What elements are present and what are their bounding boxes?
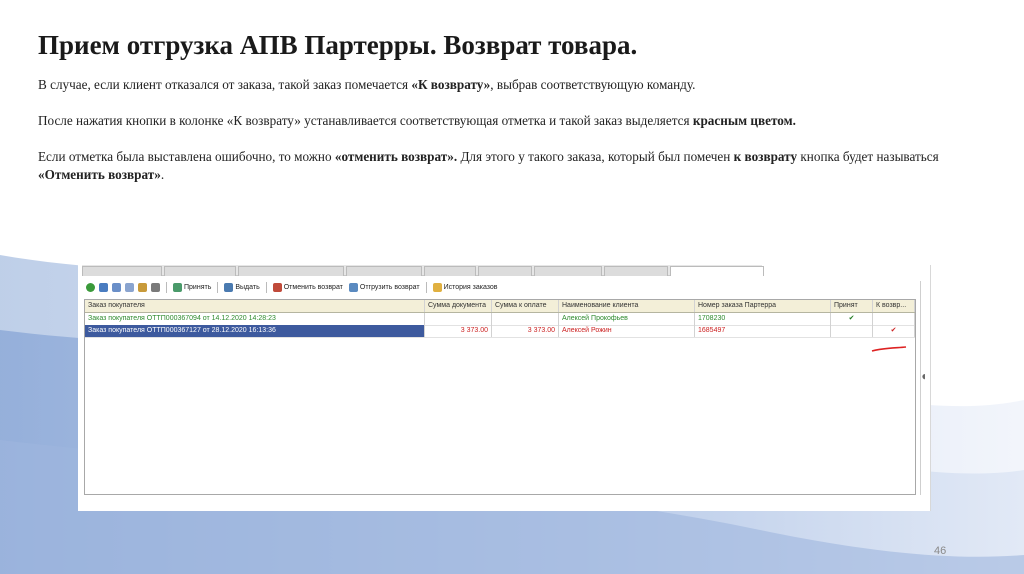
order-cell-selected: Заказ покупателя ОТТП000367127 от 28.12.… [85,325,425,337]
paragraph-cancel-return: Если отметка была выставлена ошибочно, т… [38,148,998,184]
column-header-accepted[interactable]: Принят [831,300,873,312]
accept-button[interactable]: Принять [173,282,212,292]
text: Если отметка была выставлена ошибочно, т… [38,149,335,164]
list-icon[interactable] [125,282,134,292]
ship-return-label: Отгрузить возврат [359,283,420,291]
text: . [160,167,165,182]
accepted-check-icon: ✔ [831,313,873,325]
toolbar-separator [425,281,427,293]
cancel-return-icon [272,282,282,292]
slide-title: Прием отгрузка АПВ Партерры. Возврат тов… [38,30,638,60]
ship-return-button[interactable]: Отгрузить возврат [348,282,420,292]
embedded-app-screenshot: Принять Выдать Отменить возврат Отгрузит… [78,265,931,511]
return-cell [873,313,915,325]
refresh-icon[interactable] [86,282,95,292]
column-header-return[interactable]: К возвр... [873,300,915,312]
client-cell: Алексей Рожин [559,325,695,337]
pay-sum-cell: 3 373.00 [492,325,559,337]
table-header-row: Заказ покупателя Сумма документа Сумма к… [85,300,915,313]
tab[interactable] [82,266,162,276]
bold-text: «К возврату» [411,77,491,92]
bold-text: к возврату [733,149,798,164]
tab[interactable] [478,266,532,276]
cancel-return-button[interactable]: Отменить возврат [272,282,343,292]
tab-active[interactable] [670,266,764,276]
filter-icon[interactable] [138,282,147,292]
column-header-partner-number[interactable]: Номер заказа Партерра [695,300,831,312]
bold-text: «отменить возврат». [334,149,458,164]
issue-label: Выдать [235,283,260,291]
order-cell: Заказ покупателя ОТТП000367094 от 14.12.… [85,313,425,325]
truck-icon [348,282,358,292]
history-icon [432,282,442,292]
column-header-order[interactable]: Заказ покупателя [85,300,425,312]
client-cell: Алексей Прокофьев [559,313,695,325]
red-underline-annotation [871,346,907,352]
page-number: 46 [934,545,947,557]
copy-icon[interactable] [99,282,108,292]
document-icon[interactable] [112,282,121,292]
issue-button[interactable]: Выдать [224,282,260,292]
pay-sum-cell [492,313,559,325]
paragraph-return-mark: В случае, если клиент отказался от заказ… [38,76,998,94]
column-header-pay-sum[interactable]: Сумма к оплате [492,300,559,312]
toolbar-separator [265,281,267,293]
column-header-client[interactable]: Наименование клиента [559,300,695,312]
doc-sum-cell: 3 373.00 [425,325,492,337]
table-row[interactable]: Заказ покупателя ОТТП000367127 от 28.12.… [85,325,915,338]
text: В случае, если клиент отказался от заказ… [38,77,412,92]
text: Для этого у такого заказа, который был п… [457,149,734,164]
paragraph-red-highlight: После нажатия кнопки в колонке «К возвра… [38,112,998,130]
vertical-scrollbar[interactable] [920,281,929,495]
tab[interactable] [346,266,422,276]
tab[interactable] [164,266,236,276]
accept-label: Принять [184,283,212,291]
column-header-doc-sum[interactable]: Сумма документа [425,300,492,312]
toolbar-separator [166,281,167,293]
toolbar-separator [217,281,219,293]
text: , выбрав соответствующую команду. [490,77,696,92]
text: После нажатия кнопки в колонке «К возвра… [38,113,693,128]
orders-table: Заказ покупателя Сумма документа Сумма к… [84,299,916,495]
partner-number-cell: 1685497 [695,325,831,337]
issue-icon [224,282,234,292]
print-icon[interactable] [151,282,160,292]
bold-text: «Отменить возврат» [38,167,161,182]
accept-icon [173,282,182,292]
bold-text: красным цветом. [692,113,796,128]
tab[interactable] [534,266,602,276]
tab-strip [82,265,764,276]
return-check-icon: ✔ [873,325,915,337]
toolbar: Принять Выдать Отменить возврат Отгрузит… [82,279,918,295]
partner-number-cell: 1708230 [695,313,831,325]
order-history-label: История заказов [443,283,498,291]
text: кнопка будет называться [797,149,939,164]
tab[interactable] [424,266,476,276]
accepted-cell [831,325,873,337]
scroll-handle-icon[interactable]: ◖ [920,369,927,383]
tab[interactable] [238,266,344,276]
tab[interactable] [604,266,668,276]
doc-sum-cell [425,313,492,325]
cancel-return-label: Отменить возврат [283,283,343,291]
order-history-button[interactable]: История заказов [432,282,498,292]
